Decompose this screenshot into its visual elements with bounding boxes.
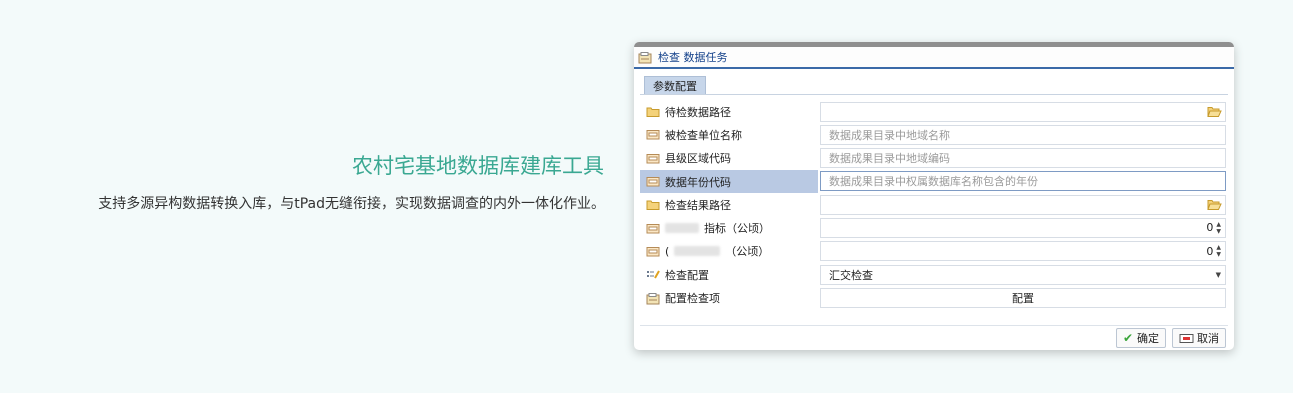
unit-name-input[interactable]: 数据成果目录中地域名称 [820, 124, 1226, 145]
result-path-input[interactable] [820, 194, 1226, 215]
text-field-icon [646, 223, 660, 234]
dialog-titlebar[interactable]: 检查 数据任务 [634, 47, 1234, 69]
year-code-input[interactable]: 数据成果目录中权属数据库名称包含的年份 [820, 171, 1226, 192]
dialog-title: 检查 数据任务 [658, 51, 728, 64]
open-folder-icon[interactable] [1207, 106, 1222, 117]
config-list-icon [646, 269, 660, 280]
redacted-text [674, 246, 721, 257]
cancel-icon [1179, 333, 1194, 344]
row-source-path: 待检数据路径 [640, 100, 1228, 123]
row-unit-name: 被检查单位名称 数据成果目录中地域名称 [640, 123, 1228, 146]
indicator-number-input[interactable]: 0 ▲ ▼ [820, 217, 1226, 238]
spinner-arrows-icon[interactable]: ▲ ▼ [1216, 221, 1221, 235]
text-field-icon [646, 129, 660, 140]
check-config-select[interactable]: 汇交检查 ▼ [820, 264, 1226, 285]
row-label: 县级区域代码 [640, 147, 818, 170]
row-indicator-hectare: 指标（公顷） 0 ▲ ▼ [640, 216, 1228, 239]
parameter-form: 待检数据路径 被检查单位名称 数据成果目录中地域名称 县级区域代码 数据成果目录… [640, 100, 1228, 310]
check-dialog: 检查 数据任务 参数配置 待检数据路径 被检查单位名称 数据成果目录中地域名称 [634, 42, 1234, 350]
folder-icon [646, 199, 660, 211]
tab-parameter-config[interactable]: 参数配置 [644, 76, 706, 95]
text-field-icon [646, 153, 660, 164]
clipboard-icon [646, 292, 660, 305]
row-year-code: 数据年份代码 数据成果目录中权属数据库名称包含的年份 [640, 169, 1228, 194]
row-config-items: 配置检查项 配置 [640, 286, 1228, 309]
tab-strip: 参数配置 [634, 75, 1234, 95]
row-area-hectare: ( （公顷） 0 ▲ ▼ [640, 240, 1228, 263]
open-folder-icon[interactable] [1207, 199, 1222, 211]
county-code-input[interactable]: 数据成果目录中地域编码 [820, 148, 1226, 169]
chevron-down-icon[interactable]: ▼ [1216, 271, 1221, 279]
row-label: 数据年份代码 [640, 169, 818, 194]
ok-button[interactable]: ✔ 确定 [1115, 328, 1166, 348]
hero-title: 农村宅基地数据库建库工具 [352, 154, 604, 178]
cancel-button[interactable]: 取消 [1172, 328, 1226, 348]
row-label: 指标（公顷） [640, 216, 818, 239]
checkmark-icon: ✔ [1122, 331, 1133, 345]
hero-description: 支持多源异构数据转换入库，与tPad无缝衔接，实现数据调查的内外一体化作业。 [98, 196, 605, 212]
text-field-icon [646, 176, 660, 187]
row-label: 待检数据路径 [640, 100, 818, 123]
row-county-code: 县级区域代码 数据成果目录中地域编码 [640, 147, 1228, 170]
redacted-text [665, 223, 699, 234]
text-field-icon [646, 246, 660, 257]
row-label: 被检查单位名称 [640, 123, 818, 146]
dialog-buttons: ✔ 确定 取消 [1115, 328, 1226, 348]
row-result-path: 检查结果路径 [640, 193, 1228, 216]
task-icon [638, 51, 652, 63]
row-label: ( （公顷） [640, 240, 818, 263]
row-label: 检查配置 [640, 263, 818, 286]
folder-icon [646, 106, 660, 118]
source-path-input[interactable] [820, 101, 1226, 122]
area-number-input[interactable]: 0 ▲ ▼ [820, 241, 1226, 262]
row-check-config: 检查配置 汇交检查 ▼ [640, 263, 1228, 286]
divider [640, 325, 1228, 326]
row-label: 检查结果路径 [640, 193, 818, 216]
row-label: 配置检查项 [640, 286, 818, 309]
configure-button[interactable]: 配置 [820, 287, 1226, 308]
spinner-arrows-icon[interactable]: ▲ ▼ [1216, 244, 1221, 258]
